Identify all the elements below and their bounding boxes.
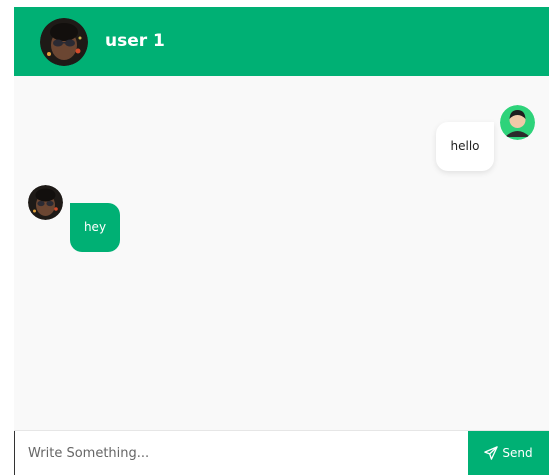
send-button[interactable]: Send <box>468 431 549 475</box>
message-input[interactable] <box>14 431 468 475</box>
user-silhouette-avatar-icon <box>500 105 535 140</box>
contact-name: user 1 <box>105 31 165 51</box>
chat-header: user 1 <box>14 7 549 76</box>
recipient-avatar <box>28 185 63 220</box>
sender-avatar <box>500 105 535 140</box>
message-bubble-received: hey <box>70 203 120 252</box>
message-list: hello hey <box>14 76 549 430</box>
paper-plane-icon <box>484 446 499 460</box>
message-composer: Send <box>14 430 549 476</box>
user-photo-avatar-icon <box>28 185 63 220</box>
contact-avatar[interactable] <box>40 18 88 66</box>
user-photo-avatar-icon <box>40 18 88 66</box>
send-label: Send <box>502 446 533 460</box>
chat-window: user 1 hello hey Write Something... Send <box>14 7 549 476</box>
message-bubble-sent: hello <box>436 122 494 171</box>
